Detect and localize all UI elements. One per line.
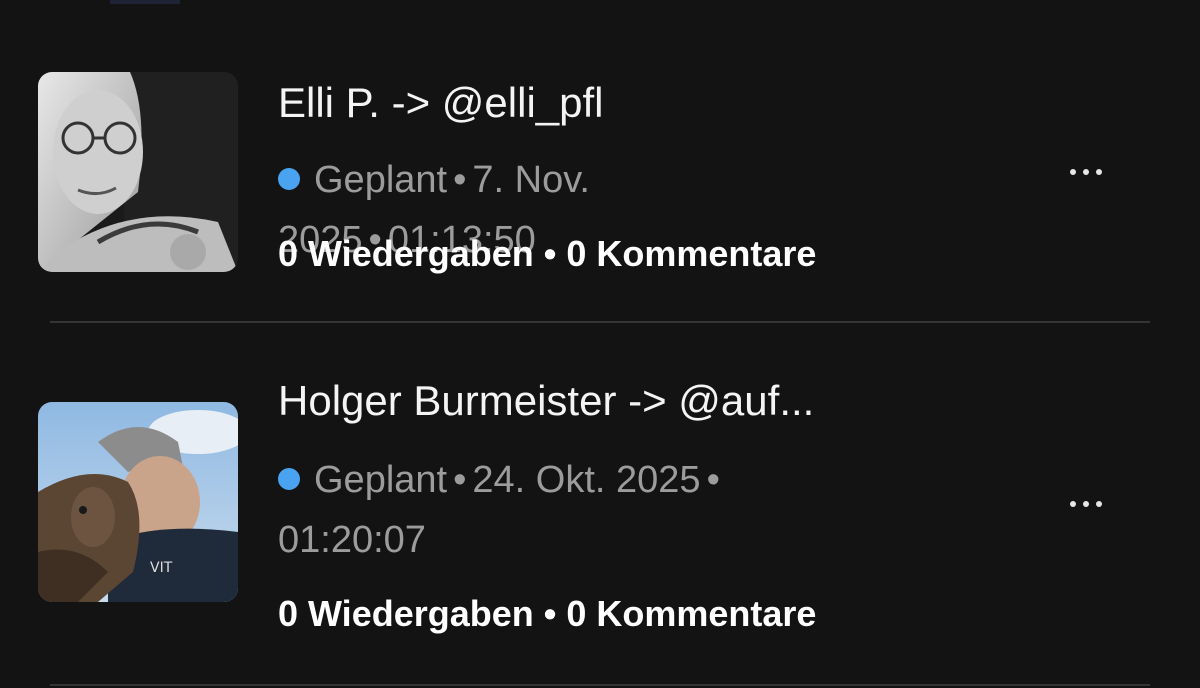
more-horizontal-icon <box>1070 169 1102 175</box>
thumbnail-image: VIT <box>38 402 238 602</box>
post-stats: 0 Wiedergaben • 0 Kommentare <box>278 233 817 274</box>
post-item[interactable]: Elli P. -> @elli_pfl Geplant • 7. Nov. 202… <box>0 0 1200 322</box>
scheduled-time: 01:20:07 <box>278 519 426 561</box>
svg-text:VIT: VIT <box>150 560 173 576</box>
post-thumbnail[interactable]: VIT <box>38 402 238 602</box>
more-options-button[interactable] <box>1058 484 1114 524</box>
post-thumbnail[interactable] <box>38 72 238 272</box>
separator: • <box>453 159 467 201</box>
status-label: Geplant <box>314 159 448 201</box>
post-schedule: Geplant • 24. Okt. 2025 • 01:20:07 <box>278 450 838 570</box>
post-title[interactable]: Holger Burmeister -> @auf... <box>278 376 814 426</box>
status-dot-icon <box>278 468 300 490</box>
scheduled-date: 24. Okt. 2025 <box>472 459 701 501</box>
post-title[interactable]: Elli P. -> @elli_pfl <box>278 78 604 128</box>
post-stats: 0 Wiedergaben • 0 Kommentare <box>278 593 817 634</box>
more-options-button[interactable] <box>1058 152 1114 192</box>
status-label: Geplant <box>314 459 448 501</box>
more-horizontal-icon <box>1070 501 1102 507</box>
divider <box>50 684 1150 686</box>
separator: • <box>453 459 467 501</box>
separator: • <box>706 459 720 501</box>
divider <box>50 321 1150 323</box>
thumbnail-image <box>38 72 238 272</box>
post-item[interactable]: VIT Holger Burmeister -> @auf... Geplant… <box>0 324 1200 684</box>
status-dot-icon <box>278 168 300 190</box>
